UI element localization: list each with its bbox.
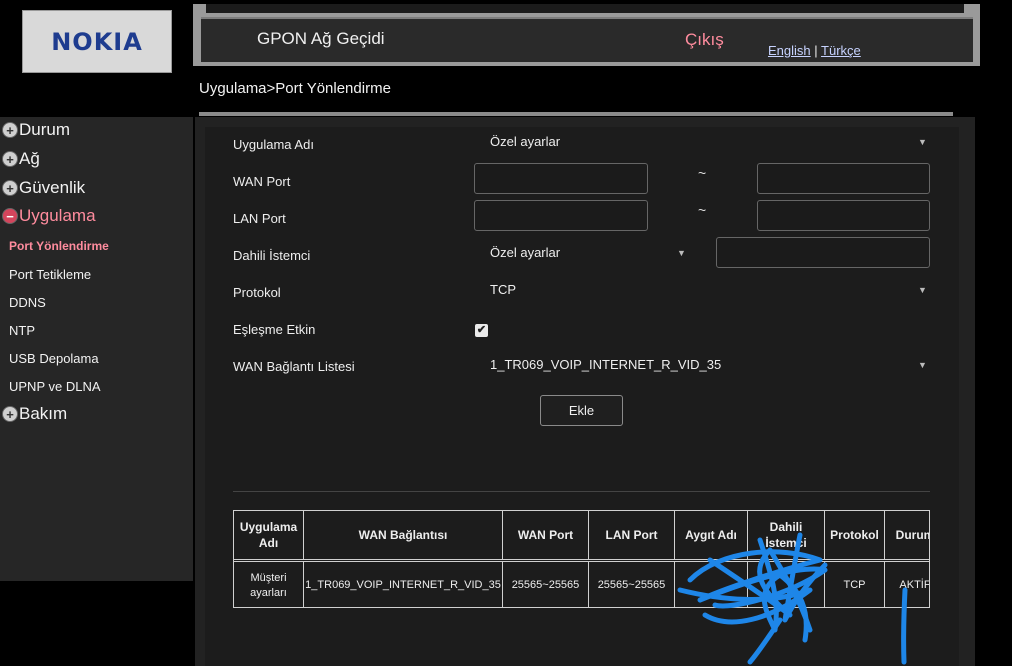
wan-list-label: WAN Bağlantı Listesi <box>233 359 355 374</box>
sidebar-item-guvenlik[interactable]: + Güvenlik <box>2 178 85 198</box>
enable-checkbox[interactable]: ✔ <box>475 324 488 337</box>
gateway-title: GPON Ağ Geçidi <box>257 29 385 48</box>
language-switcher: English | Türkçe <box>768 43 861 58</box>
table-header-wan-connection: WAN Bağlantısı <box>304 511 503 559</box>
plus-circle-icon: + <box>2 180 18 196</box>
wan-port-label: WAN Port <box>233 174 291 189</box>
sidebar-item-ag[interactable]: + Ağ <box>2 149 40 169</box>
lan-port-label: LAN Port <box>233 211 286 226</box>
header-top-band <box>206 4 964 13</box>
protocol-select[interactable]: TCP ▼ <box>490 282 930 300</box>
sidebar-subitem-port-forwarding[interactable]: Port Yönlendirme <box>9 239 109 253</box>
plus-circle-icon: + <box>2 122 18 138</box>
sidebar-item-label: Ağ <box>19 149 40 168</box>
sidebar-subitem-port-triggering[interactable]: Port Tetikleme <box>9 267 91 282</box>
section-divider <box>233 491 930 492</box>
chevron-down-icon: ▼ <box>918 137 927 147</box>
table-cell-wan-port: 25565~25565 <box>503 562 589 607</box>
internal-client-select-value: Özel ayarlar <box>490 245 561 260</box>
breadcrumb: Uygulama>Port Yönlendirme <box>199 80 391 97</box>
app-name-select-value: Özel ayarlar <box>490 134 561 149</box>
sidebar-item-uygulama[interactable]: − Uygulama <box>2 206 96 226</box>
sidebar-item-bakim[interactable]: + Bakım <box>2 404 67 424</box>
sidebar-subitem-ddns[interactable]: DDNS <box>9 295 46 310</box>
add-button[interactable]: Ekle <box>540 395 623 426</box>
lang-separator: | <box>814 43 818 58</box>
sidebar-item-label: Güvenlik <box>19 178 86 197</box>
sidebar-item-label: Durum <box>19 120 71 139</box>
breadcrumb-divider <box>199 112 953 116</box>
sidebar-item-label: Uygulama <box>19 206 96 225</box>
chevron-down-icon: ▼ <box>677 248 686 258</box>
logo-text: NOKIA <box>51 27 143 56</box>
table-header-app-name: Uygulama Adı <box>234 511 304 559</box>
plus-circle-icon: + <box>2 406 18 422</box>
table-header-wan-port: WAN Port <box>503 511 589 559</box>
table-cell-app-name: Müşteri ayarları <box>234 562 304 607</box>
lang-turkish-link[interactable]: Türkçe <box>821 43 861 58</box>
internal-client-select[interactable]: Özel ayarlar ▼ <box>490 245 690 263</box>
wan-list-select[interactable]: 1_TR069_VOIP_INTERNET_R_VID_35 ▼ <box>490 357 930 375</box>
redaction-scribble <box>677 532 908 665</box>
chevron-down-icon: ▼ <box>918 285 927 295</box>
enable-label: Eşleşme Etkin <box>233 322 316 337</box>
nokia-logo: NOKIA <box>22 10 172 73</box>
chevron-down-icon: ▼ <box>918 360 927 370</box>
wan-list-select-value: 1_TR069_VOIP_INTERNET_R_VID_35 <box>490 357 722 372</box>
table-cell-wan-connection: 1_TR069_VOIP_INTERNET_R_VID_35 <box>304 562 503 607</box>
sidebar-item-label: Bakım <box>19 404 68 423</box>
wan-port-start-input[interactable] <box>474 163 648 194</box>
wan-port-range-separator: ~ <box>698 165 707 181</box>
sidebar-item-durum[interactable]: + Durum <box>2 120 70 140</box>
logout-link[interactable]: Çıkış <box>685 30 724 50</box>
lan-port-range-separator: ~ <box>698 202 707 218</box>
lang-english-link[interactable]: English <box>768 43 811 58</box>
internal-client-ip-input[interactable] <box>716 237 930 268</box>
wan-port-end-input[interactable] <box>757 163 930 194</box>
minus-circle-icon: − <box>2 208 18 224</box>
sidebar-subitem-usb-storage[interactable]: USB Depolama <box>9 351 99 366</box>
plus-circle-icon: + <box>2 151 18 167</box>
protocol-label: Protokol <box>233 285 281 300</box>
lan-port-start-input[interactable] <box>474 200 648 231</box>
sidebar-subitem-upnp-dlna[interactable]: UPNP ve DLNA <box>9 379 101 394</box>
app-name-select[interactable]: Özel ayarlar ▼ <box>490 134 930 152</box>
protocol-select-value: TCP <box>490 282 516 297</box>
sidebar-subitem-ntp[interactable]: NTP <box>9 323 35 338</box>
app-name-label: Uygulama Adı <box>233 137 314 152</box>
internal-client-label: Dahili İstemci <box>233 248 311 263</box>
lan-port-end-input[interactable] <box>757 200 930 231</box>
